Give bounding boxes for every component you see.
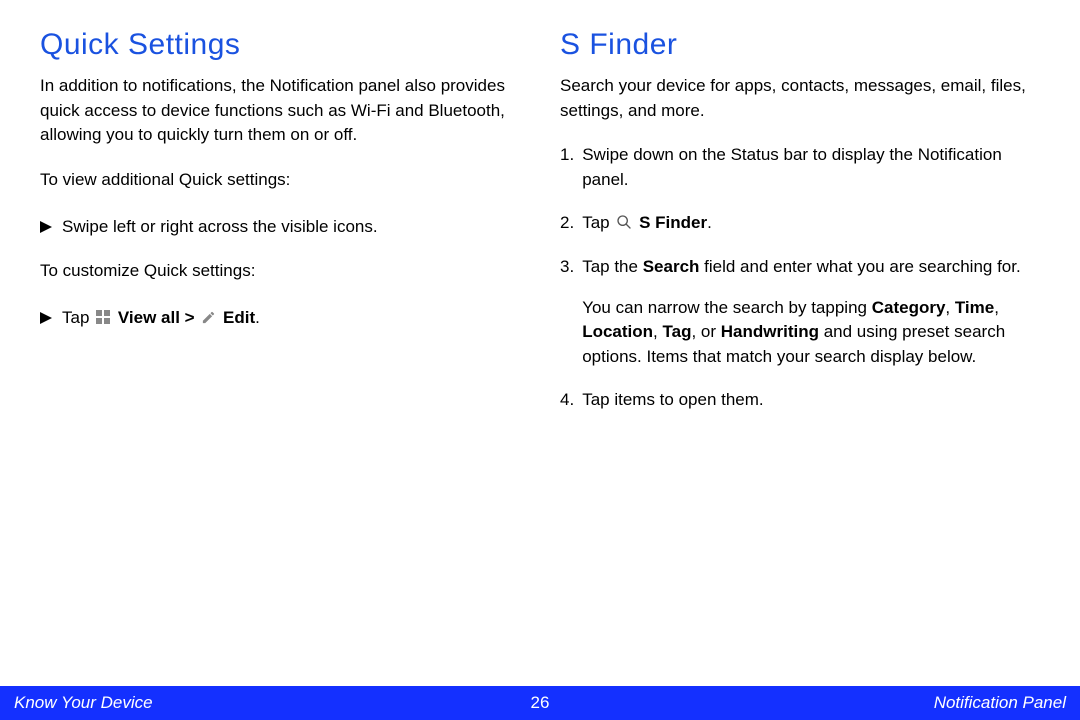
page-number: 26: [531, 693, 550, 713]
footer-left: Know Your Device: [14, 693, 153, 713]
view-all-label: View all: [118, 308, 180, 327]
period: .: [255, 308, 260, 327]
step-2-text: Tap S Finder.: [582, 211, 1040, 238]
handwriting-label: Handwriting: [721, 322, 819, 341]
step-3-text-2: You can narrow the search by tapping Cat…: [582, 296, 1040, 370]
step3-p2-pre: You can narrow the search by tapping: [582, 298, 872, 317]
comma3: ,: [653, 322, 662, 341]
time-label: Time: [955, 298, 994, 317]
s-finder-heading: S Finder: [560, 28, 1040, 62]
s-finder-steps: Swipe down on the Status bar to display …: [560, 143, 1040, 412]
quick-settings-heading: Quick Settings: [40, 28, 520, 62]
step2-post: .: [707, 213, 712, 232]
s-finder-label: S Finder: [639, 213, 707, 232]
page-footer: Know Your Device 26 Notification Panel: [0, 686, 1080, 720]
footer-right: Notification Panel: [934, 693, 1066, 713]
view-additional-lead: To view additional Quick settings:: [40, 168, 520, 193]
triangle-bullet-icon: [40, 312, 52, 324]
step2-pre: Tap: [582, 213, 614, 232]
customize-lead: To customize Quick settings:: [40, 259, 520, 284]
step3-post1: field and enter what you are searching f…: [699, 257, 1020, 276]
greater-than: >: [180, 308, 199, 327]
manual-page: Quick Settings In addition to notificati…: [0, 0, 1080, 720]
comma4: , or: [691, 322, 720, 341]
step3-pre: Tap the: [582, 257, 643, 276]
view-additional-bullet: Swipe left or right across the visible i…: [40, 215, 520, 240]
view-additional-text: Swipe left or right across the visible i…: [62, 215, 378, 240]
category-label: Category: [872, 298, 946, 317]
customize-text: Tap View all > Edit.: [62, 306, 260, 333]
step-3-text-1: Tap the Search field and enter what you …: [582, 255, 1040, 280]
customize-bullet: Tap View all > Edit.: [40, 306, 520, 333]
comma1: ,: [945, 298, 954, 317]
right-column: S Finder Search your device for apps, co…: [560, 28, 1040, 430]
left-column: Quick Settings In addition to notificati…: [40, 28, 520, 430]
customize-pre: Tap: [62, 308, 94, 327]
search-field-label: Search: [643, 257, 700, 276]
quick-settings-intro: In addition to notifications, the Notifi…: [40, 74, 520, 148]
triangle-bullet-icon: [40, 221, 52, 233]
step-3: Tap the Search field and enter what you …: [560, 255, 1040, 370]
step-2: Tap S Finder.: [560, 211, 1040, 238]
step-1-text: Swipe down on the Status bar to display …: [582, 143, 1040, 192]
two-column-layout: Quick Settings In addition to notificati…: [40, 28, 1040, 430]
step-4-text: Tap items to open them.: [582, 388, 1040, 413]
step-1: Swipe down on the Status bar to display …: [560, 143, 1040, 192]
grid-icon: [96, 308, 111, 333]
magnifier-icon: [616, 213, 632, 238]
comma2: ,: [994, 298, 999, 317]
edit-label: Edit: [223, 308, 255, 327]
tag-label: Tag: [663, 322, 692, 341]
step-4: Tap items to open them.: [560, 388, 1040, 413]
location-label: Location: [582, 322, 653, 341]
s-finder-intro: Search your device for apps, contacts, m…: [560, 74, 1040, 123]
pencil-icon: [201, 308, 216, 333]
